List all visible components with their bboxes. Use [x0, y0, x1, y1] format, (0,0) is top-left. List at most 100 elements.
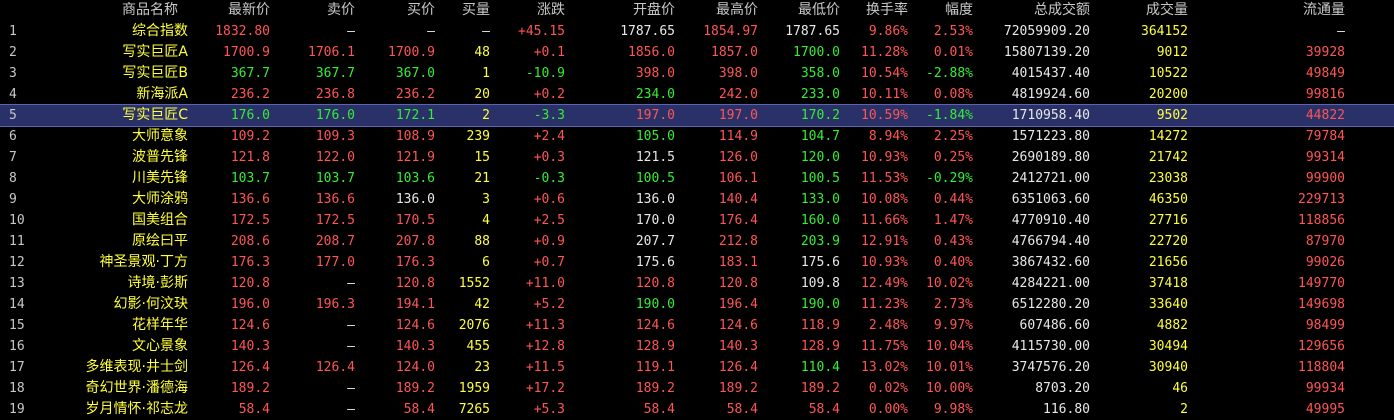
- price-change: +11.0: [525, 276, 565, 291]
- table-row[interactable]: 12 神圣景观·丁方 176.3 177.0 176.3 6 +0.7 175.6 183.1 1…: [0, 252, 1394, 273]
- volume: 30494: [1148, 339, 1188, 354]
- column-header-open[interactable]: 开盘价: [580, 0, 675, 20]
- turnover-rate: 2.48%: [868, 318, 908, 333]
- turnover-rate: 9.86%: [868, 24, 908, 39]
- table-row[interactable]: 5 写实巨匠C 176.0 176.0 172.1 2 -3.3 197.0 197.0 170.…: [0, 104, 1394, 127]
- table-row[interactable]: 17 多维表现·井士剑 126.4 126.4 124.0 23 +11.5 119.1 126…: [0, 357, 1394, 378]
- open-price: 128.9: [635, 339, 675, 354]
- table-row[interactable]: 13 诗境·彭斯 120.8 — 120.8 1552 +11.0 120.8 120.8 109…: [0, 273, 1394, 294]
- bid-price: 124.0: [395, 360, 435, 375]
- amplitude: 2.53%: [933, 24, 973, 39]
- table-row[interactable]: 10 国美组合 172.5 172.5 170.5 4 +2.5 170.0 176.4 160.…: [0, 210, 1394, 231]
- column-header-float[interactable]: 流通量: [1220, 0, 1345, 20]
- bid-volume: 2076: [458, 318, 490, 333]
- column-header-amplitude[interactable]: 幅度: [905, 0, 973, 20]
- volume: 23038: [1148, 171, 1188, 186]
- amplitude: 2.25%: [933, 129, 973, 144]
- bid-price: 103.6: [395, 171, 435, 186]
- table-row[interactable]: 11 原绘曰平 208.6 208.7 207.8 88 +0.9 207.7 212.8 203…: [0, 231, 1394, 252]
- column-header-price[interactable]: 最新价: [190, 0, 270, 20]
- volume: 21656: [1148, 255, 1188, 270]
- price-change: +45.15: [518, 24, 565, 39]
- volume: 46350: [1148, 192, 1188, 207]
- low-price: 118.9: [800, 318, 840, 333]
- table-row[interactable]: 8 川美先锋 103.7 103.7 103.6 21 -0.3 100.5 106.1 100.…: [0, 168, 1394, 189]
- amplitude: 2.73%: [933, 297, 973, 312]
- high-price: 114.9: [718, 129, 758, 144]
- last-price: 172.5: [230, 213, 270, 228]
- table-row[interactable]: 4 新海派A 236.2 236.8 236.2 20 +0.2 234.0 242.0 233.…: [0, 84, 1394, 105]
- volume: 21742: [1148, 150, 1188, 165]
- total-amount: 116.80: [1043, 402, 1090, 417]
- low-price: 58.4: [808, 402, 840, 417]
- bid-price: 124.6: [395, 318, 435, 333]
- bid-volume: 7265: [458, 402, 490, 417]
- open-price: 136.0: [635, 192, 675, 207]
- amplitude: 10.02%: [926, 276, 973, 291]
- column-header-bid-volume[interactable]: 买量: [430, 0, 490, 20]
- total-amount: 6351063.60: [1011, 192, 1090, 207]
- column-header-bid[interactable]: 买价: [360, 0, 435, 20]
- table-row[interactable]: 16 文心景象 140.3 — 140.3 455 +12.8 128.9 140.3 128.9…: [0, 336, 1394, 357]
- low-price: 358.0: [800, 66, 840, 81]
- float-shares: —: [1337, 24, 1345, 39]
- column-header-change[interactable]: 涨跌: [500, 0, 565, 20]
- high-price: 124.6: [718, 318, 758, 333]
- volume: 37418: [1148, 276, 1188, 291]
- column-header-name[interactable]: 商品名称: [100, 0, 200, 20]
- table-row[interactable]: 2 写实巨匠A 1700.9 1706.1 1700.9 48 +0.1 1856.0 1857…: [0, 42, 1394, 63]
- column-header-high[interactable]: 最高价: [670, 0, 758, 20]
- bid-price: 194.1: [395, 297, 435, 312]
- turnover-rate: 11.28%: [861, 45, 908, 60]
- high-price: 242.0: [718, 87, 758, 102]
- price-change: +0.1: [533, 45, 565, 60]
- total-amount: 3867432.60: [1011, 255, 1090, 270]
- float-shares: 99026: [1305, 255, 1345, 270]
- last-price: 126.4: [230, 360, 270, 375]
- table-row[interactable]: 1 综合指数 1832.80 — — — +45.15 1787.65 1854.97 1787.…: [0, 21, 1394, 42]
- bid-volume: 20: [474, 87, 490, 102]
- row-index: 10: [9, 213, 25, 228]
- turnover-rate: 11.75%: [861, 339, 908, 354]
- bid-volume: 455: [466, 339, 490, 354]
- column-header-low[interactable]: 最低价: [752, 0, 840, 20]
- table-row[interactable]: 19 岁月情怀·祁志龙 58.4 — 58.4 7265 +5.3 58.4 58.4 58.4 0…: [0, 399, 1394, 420]
- price-change: +0.7: [533, 255, 565, 270]
- row-index: 4: [9, 87, 17, 102]
- price-change: +0.2: [533, 87, 565, 102]
- bid-price: 189.2: [395, 381, 435, 396]
- table-row[interactable]: 18 奇幻世界·潘德海 189.2 — 189.2 1959 +17.2 189.2 189.2…: [0, 378, 1394, 399]
- column-header-turnover[interactable]: 换手率: [840, 0, 908, 20]
- bid-price: 121.9: [395, 150, 435, 165]
- amplitude: 0.08%: [933, 87, 973, 102]
- column-header-amount[interactable]: 总成交额: [980, 0, 1090, 20]
- ask-price: 103.7: [315, 171, 355, 186]
- turnover-rate: 12.49%: [861, 276, 908, 291]
- column-header-volume[interactable]: 成交量: [1090, 0, 1188, 20]
- column-header-ask[interactable]: 卖价: [280, 0, 355, 20]
- table-row[interactable]: 14 幻影·何汶玦 196.0 196.3 194.1 42 +5.2 190.0 196.4 1…: [0, 294, 1394, 315]
- volume: 20200: [1148, 87, 1188, 102]
- row-index: 14: [9, 297, 25, 312]
- ask-price: 208.7: [315, 234, 355, 249]
- low-price: 110.4: [800, 360, 840, 375]
- last-price: 208.6: [230, 234, 270, 249]
- high-price: 140.3: [718, 339, 758, 354]
- table-row[interactable]: 7 波普先锋 121.8 122.0 121.9 15 +0.3 121.5 126.0 120.…: [0, 147, 1394, 168]
- row-index: 9: [9, 192, 17, 207]
- amplitude: 0.44%: [933, 192, 973, 207]
- table-row[interactable]: 15 花样年华 124.6 — 124.6 2076 +11.3 124.6 124.6 118.…: [0, 315, 1394, 336]
- last-price: 124.6: [230, 318, 270, 333]
- amplitude: -1.84%: [926, 108, 973, 123]
- open-price: 1787.65: [620, 24, 675, 39]
- table-row[interactable]: 3 写实巨匠B 367.7 367.7 367.0 1 -10.9 398.0 398.0 358…: [0, 63, 1394, 84]
- high-price: 197.0: [718, 108, 758, 123]
- total-amount: 4115730.00: [1011, 339, 1090, 354]
- low-price: 109.8: [800, 276, 840, 291]
- volume: 9502: [1156, 108, 1188, 123]
- bid-price: 207.8: [395, 234, 435, 249]
- table-row[interactable]: 9 大师涂鸦 136.6 136.6 136.0 3 +0.6 136.0 140.4 133.0…: [0, 189, 1394, 210]
- table-row[interactable]: 6 大师意象 109.2 109.3 108.9 239 +2.4 105.0 114.9 104…: [0, 126, 1394, 147]
- bid-volume: 23: [474, 360, 490, 375]
- volume: 364152: [1141, 24, 1188, 39]
